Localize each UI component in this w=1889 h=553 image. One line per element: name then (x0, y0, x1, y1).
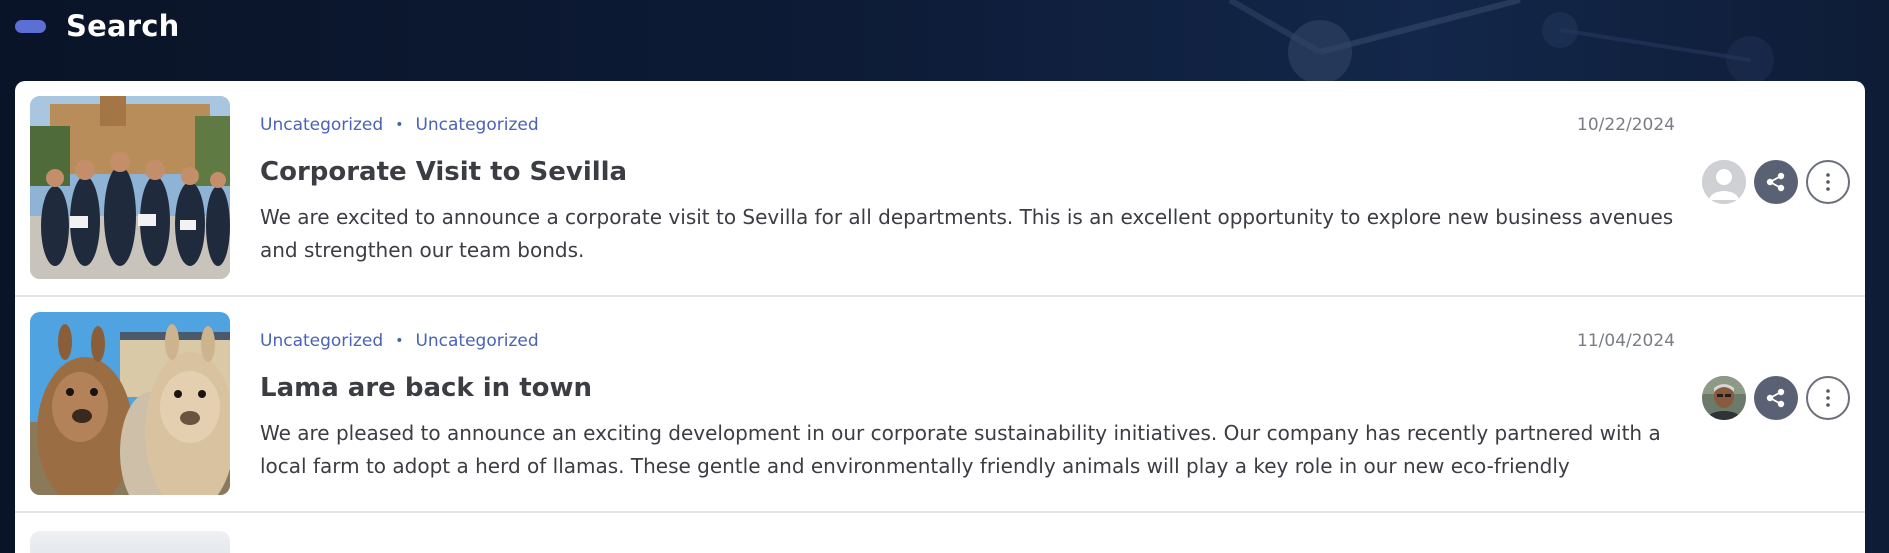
category-link[interactable]: Uncategorized (260, 115, 383, 135)
page-title: Search (66, 9, 180, 43)
default-user-icon (1702, 160, 1746, 204)
category-separator: • (395, 333, 404, 349)
post-excerpt: We are excited to announce a corporate v… (260, 205, 1674, 262)
post-thumbnail-image (30, 96, 230, 279)
category-link[interactable]: Uncategorized (260, 331, 383, 351)
share-button[interactable] (1754, 376, 1798, 420)
post-categories: Uncategorized • Uncategorized (260, 115, 539, 135)
more-options-button[interactable] (1806, 376, 1850, 420)
user-photo-icon (1702, 376, 1746, 420)
author-avatar[interactable] (1702, 376, 1746, 420)
post-date: 11/04/2024 (1577, 331, 1675, 351)
search-results-panel: Uncategorized • Uncategorized 10/22/2024… (15, 81, 1865, 553)
post-thumbnail[interactable] (30, 96, 230, 279)
more-vertical-icon (1826, 173, 1830, 191)
post-title[interactable]: Corporate Visit to Sevilla (260, 157, 627, 187)
more-options-button[interactable] (1806, 160, 1850, 204)
search-result-item[interactable]: Uncategorized • Uncategorized 11/04/2024… (15, 297, 1865, 513)
post-excerpt: We are pleased to announce an exciting d… (260, 421, 1661, 478)
post-categories: Uncategorized • Uncategorized (260, 331, 539, 351)
network-background-graphic (1228, 0, 1774, 81)
header-accent-pill (15, 19, 46, 33)
post-actions (1702, 376, 1850, 420)
post-title[interactable]: Lama are back in town (260, 373, 592, 403)
post-thumbnail-image (30, 312, 230, 495)
author-avatar[interactable] (1702, 160, 1746, 204)
more-vertical-icon (1826, 389, 1830, 407)
share-button[interactable] (1754, 160, 1798, 204)
share-icon (1766, 172, 1785, 192)
category-link[interactable]: Uncategorized (415, 115, 538, 135)
post-date: 10/22/2024 (1577, 115, 1675, 135)
post-thumbnail-partial[interactable] (30, 531, 230, 553)
category-link[interactable]: Uncategorized (415, 331, 538, 351)
post-thumbnail[interactable] (30, 312, 230, 495)
share-icon (1766, 388, 1785, 408)
post-actions (1702, 160, 1850, 204)
page-header: Search (15, 6, 179, 46)
search-result-item[interactable]: Uncategorized • Uncategorized 10/22/2024… (15, 81, 1865, 297)
category-separator: • (395, 117, 404, 133)
